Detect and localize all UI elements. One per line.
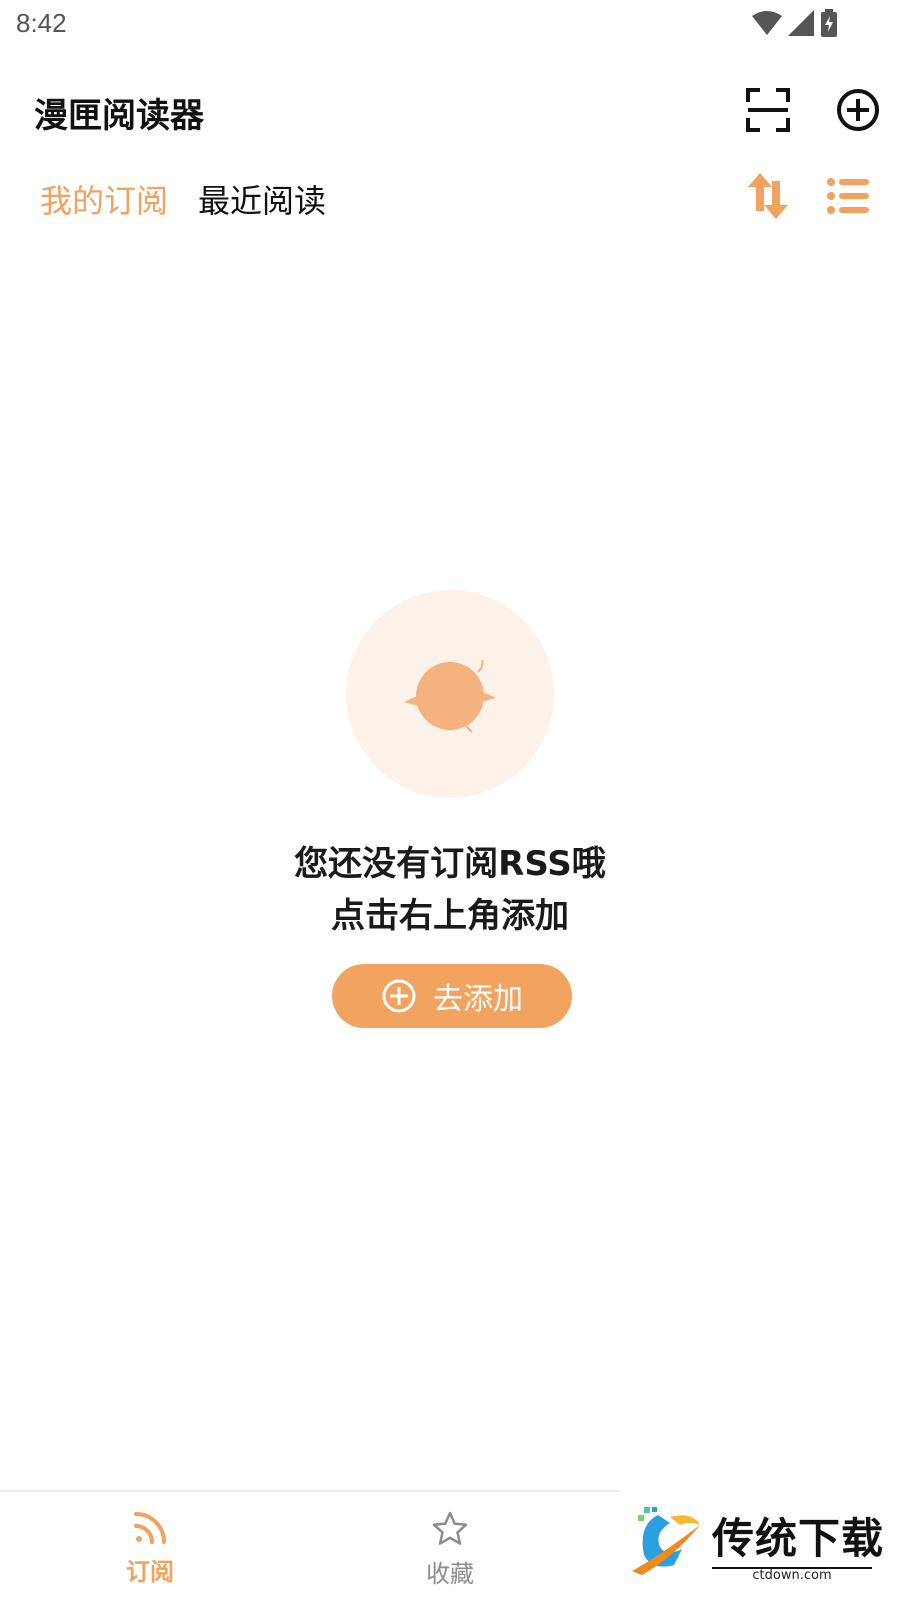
go-add-label: 去添加 (433, 982, 523, 1017)
app-title: 漫匣阅读器 (34, 96, 204, 136)
list-view-button[interactable] (820, 168, 876, 224)
add-button[interactable] (830, 82, 886, 138)
nav-item-subscriptions[interactable]: 订阅 (90, 1510, 210, 1587)
status-icons (752, 8, 838, 38)
scan-button[interactable] (740, 82, 796, 138)
sort-button[interactable] (740, 168, 796, 224)
star-icon (432, 1511, 468, 1545)
go-add-button[interactable]: 去添加 (332, 964, 572, 1028)
empty-subtitle: 点击右上角添加 (331, 896, 569, 936)
rss-icon (134, 1512, 166, 1544)
add-circle-icon (382, 979, 416, 1013)
list-icon (827, 178, 869, 214)
nav-label-favorites: 收藏 (426, 1560, 474, 1588)
bird-icon (404, 659, 496, 733)
watermark-text: 传统下载 (712, 1514, 885, 1563)
scan-icon (746, 88, 790, 132)
status-bar: 8:42 (0, 0, 900, 50)
wifi-icon (752, 11, 782, 35)
empty-illustration (346, 590, 554, 798)
watermark-url: ctdown.com (712, 1567, 872, 1582)
battery-icon (821, 9, 837, 37)
status-time: 8:42 (16, 8, 67, 38)
empty-title: 您还没有订阅RSS哦 (294, 844, 606, 884)
app-bar: 漫匣阅读器 (0, 70, 900, 150)
nav-item-favorites[interactable]: 收藏 (390, 1510, 510, 1589)
bottom-nav: 订阅 收藏 (0, 1490, 620, 1600)
watermark: 传统下载 ctdown.com (630, 1505, 885, 1595)
nav-label-subscriptions: 订阅 (126, 1558, 174, 1586)
tab-my-subscriptions[interactable]: 我的订阅 (40, 176, 168, 222)
signal-icon (788, 10, 814, 36)
tab-recent-reading[interactable]: 最近阅读 (198, 176, 326, 222)
sort-icon (748, 173, 788, 219)
tab-bar: 我的订阅 最近阅读 (0, 162, 900, 232)
add-circle-icon (837, 89, 879, 131)
watermark-logo-icon (632, 1507, 700, 1575)
